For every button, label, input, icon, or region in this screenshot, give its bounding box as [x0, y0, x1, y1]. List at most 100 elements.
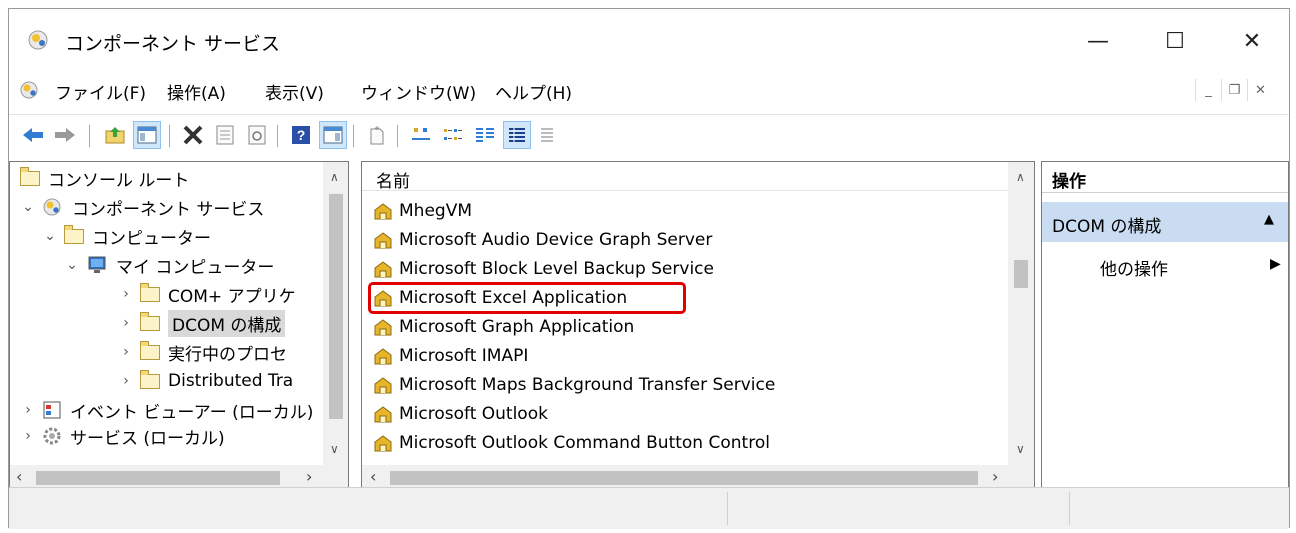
scroll-right-icon[interactable]: ›	[306, 467, 312, 486]
scroll-thumb[interactable]	[390, 471, 978, 485]
list-vertical-scrollbar[interactable]: ∧ ∨	[1008, 162, 1034, 465]
tree-item-component-services[interactable]: ⌄ コンポーネント サービス	[20, 193, 264, 221]
scroll-right-icon[interactable]: ›	[992, 467, 998, 486]
list-item[interactable]: Microsoft Graph Application	[372, 312, 634, 341]
show-hide-console-tree-icon[interactable]	[133, 121, 161, 149]
scroll-up-icon[interactable]: ∧	[1016, 170, 1025, 184]
tree-item-label: イベント ビューアー (ローカル)	[70, 402, 314, 423]
close-button[interactable]: ✕	[1229, 21, 1275, 61]
tree-item-dcom-config[interactable]: › DCOM の構成	[118, 309, 286, 337]
menu-view[interactable]: 表示(V)	[265, 79, 324, 104]
scroll-down-icon[interactable]: ∨	[330, 442, 339, 456]
list-item[interactable]: Microsoft Audio Device Graph Server	[372, 225, 712, 254]
list-view-icon[interactable]	[471, 121, 499, 149]
menu-window[interactable]: ウィンドウ(W)	[361, 79, 476, 104]
properties-icon[interactable]	[211, 121, 239, 149]
detail-view-icon[interactable]	[503, 121, 531, 149]
chevron-right-icon[interactable]: ›	[20, 402, 36, 418]
scroll-thumb[interactable]	[36, 471, 280, 485]
scroll-thumb[interactable]	[1014, 260, 1028, 288]
list-item-label: Microsoft Audio Device Graph Server	[399, 229, 713, 250]
chevron-right-icon[interactable]: ›	[118, 315, 134, 331]
scroll-left-icon[interactable]: ‹	[370, 467, 376, 486]
minimize-button[interactable]: —	[1075, 21, 1121, 61]
toolbar-separator	[89, 125, 90, 147]
window-title: コンポーネント サービス	[65, 33, 281, 55]
list-item-label: Microsoft Outlook Command Button Control	[399, 432, 770, 453]
folder-icon	[140, 340, 160, 360]
large-icons-view-icon[interactable]	[407, 121, 435, 149]
action-section-dcom[interactable]: DCOM の構成 ▲	[1042, 202, 1288, 242]
gear-icon	[43, 427, 61, 445]
chevron-down-icon[interactable]: ⌄	[20, 199, 36, 215]
list-item[interactable]: Microsoft Outlook	[372, 399, 548, 428]
scroll-down-icon[interactable]: ∨	[1016, 442, 1025, 456]
list-item[interactable]: Microsoft Block Level Backup Service	[372, 254, 714, 283]
scroll-left-icon[interactable]: ‹	[16, 467, 22, 486]
tree-item-computers[interactable]: ⌄ コンピューター	[42, 222, 211, 250]
tree-item-services[interactable]: › サービス (ローカル)	[20, 425, 225, 447]
tree-item-console-root[interactable]: コンソール ルート	[20, 164, 189, 192]
chevron-right-icon[interactable]: ›	[118, 373, 134, 389]
tree-item-my-computer[interactable]: ⌄ マイ コンピューター	[64, 251, 274, 279]
tree-item-event-viewer[interactable]: › イベント ビューアー (ローカル)	[20, 396, 313, 424]
chevron-down-icon[interactable]: ⌄	[64, 257, 80, 273]
action-more-actions[interactable]: 他の操作 ▶	[1042, 250, 1288, 280]
event-viewer-icon	[43, 401, 61, 419]
export-list-icon[interactable]	[535, 121, 563, 149]
collapse-triangle-icon[interactable]: ▲	[1264, 212, 1274, 227]
list-item[interactable]: Microsoft Outlook Command Button Control	[372, 428, 770, 457]
tree-item-running-processes[interactable]: › 実行中のプロセ	[118, 338, 287, 366]
com-package-icon	[374, 376, 392, 393]
list-item[interactable]: Microsoft IMAPI	[372, 341, 528, 370]
up-folder-icon[interactable]	[101, 121, 129, 149]
menu-help[interactable]: ヘルプ(H)	[495, 79, 572, 104]
com-package-icon	[374, 202, 392, 219]
tree-item-label: コンソール ルート	[48, 170, 190, 191]
menu-action[interactable]: 操作(A)	[167, 79, 226, 104]
list-item-label: Microsoft IMAPI	[399, 345, 529, 366]
menu-bar: ファイル(F) 操作(A) 表示(V) ウィンドウ(W) ヘルプ(H) _ ❐ …	[9, 73, 1289, 109]
action-pane-title: 操作	[1052, 172, 1086, 192]
help-icon[interactable]: ?	[287, 121, 315, 149]
chevron-right-icon[interactable]: ›	[118, 286, 134, 302]
scroll-thumb[interactable]	[329, 194, 343, 419]
tree-item-label: DCOM の構成	[168, 309, 286, 337]
column-header-name[interactable]: 名前	[376, 167, 410, 192]
scroll-up-icon[interactable]: ∧	[330, 170, 339, 184]
chevron-down-icon[interactable]: ⌄	[42, 228, 58, 244]
tree-item-com-applications[interactable]: › COM+ アプリケ	[118, 280, 296, 308]
list-item[interactable]: Microsoft Maps Background Transfer Servi…	[372, 370, 775, 399]
chevron-right-icon[interactable]: ›	[118, 344, 134, 360]
component-services-icon	[43, 198, 61, 216]
list-item[interactable]: MhegVM	[372, 196, 472, 225]
tree-vertical-scrollbar[interactable]: ∧ ∨	[323, 162, 348, 465]
toolbar-separator	[277, 125, 278, 147]
com-package-icon	[374, 434, 392, 451]
delete-icon[interactable]	[179, 121, 207, 149]
mdi-close-icon[interactable]: ✕	[1247, 79, 1273, 101]
console-tree-panel: コンソール ルート ⌄ コンポーネント サービス ⌄ コンピューター ⌄ マイ …	[9, 161, 349, 491]
mdi-restore-icon[interactable]: ❐	[1221, 79, 1247, 101]
tree-item-label: 実行中のプロセ	[168, 344, 287, 365]
column-header[interactable]: 名前	[362, 162, 1008, 192]
tree-item-label: COM+ アプリケ	[168, 286, 296, 307]
tree-item-distributed-transaction[interactable]: › Distributed Tra	[118, 367, 293, 395]
new-window-icon[interactable]	[363, 121, 391, 149]
forward-arrow-icon[interactable]	[51, 121, 79, 149]
chevron-right-icon[interactable]: ›	[20, 428, 36, 444]
list-item-label: Microsoft Maps Background Transfer Servi…	[399, 374, 776, 395]
back-arrow-icon[interactable]	[19, 121, 47, 149]
component-services-icon	[28, 30, 48, 50]
small-icons-view-icon[interactable]	[439, 121, 467, 149]
mdi-minimize-icon[interactable]: _	[1195, 79, 1221, 101]
folder-icon	[20, 166, 40, 186]
maximize-button[interactable]: ☐	[1152, 21, 1198, 61]
list-item-label: Microsoft Outlook	[399, 403, 548, 424]
menu-file[interactable]: ファイル(F)	[55, 79, 146, 104]
folder-icon	[64, 224, 84, 244]
list-item-label: Microsoft Graph Application	[399, 316, 635, 337]
refresh-icon[interactable]	[243, 121, 271, 149]
application-window: コンポーネント サービス — ☐ ✕ ファイル(F) 操作(A) 表示(V) ウ…	[8, 8, 1290, 529]
show-hide-action-pane-icon[interactable]	[319, 121, 347, 149]
